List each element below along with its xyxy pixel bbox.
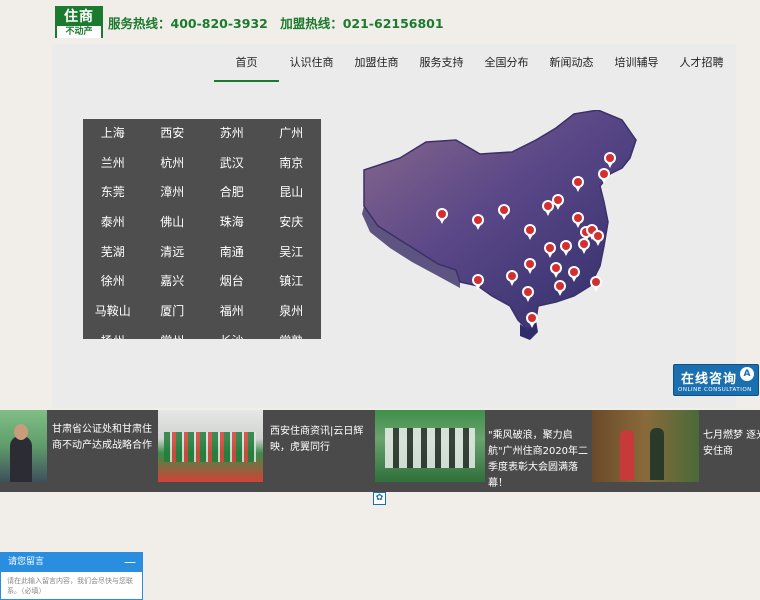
city-item[interactable]: 芜湖 xyxy=(83,238,143,268)
nav-news[interactable]: 新闻动态 xyxy=(539,44,604,82)
city-item[interactable]: 泉州 xyxy=(262,297,322,327)
message-header[interactable]: 请您留言 — xyxy=(1,553,142,572)
city-panel: 上海 西安 苏州 广州兰州 杭州 武汉 南京东莞 漳州 合肥 昆山泰州 佛山 珠海 安庆芜湖 清远 南通 吴江… xyxy=(83,119,321,339)
city-item[interactable]: 吴江 xyxy=(262,238,322,268)
city-item[interactable]: 兰州 xyxy=(83,149,143,179)
city-item[interactable]: 苏州 xyxy=(202,119,262,149)
news-title-3[interactable]: "乘风破浪，聚力启航"广州住商2020年二季度表彰大会圆满落幕！ xyxy=(488,428,592,492)
news-title-1[interactable]: 甘肃省公证处和甘肃住商不动产达成战略合作 xyxy=(52,422,152,454)
city-item[interactable]: 长沙 xyxy=(202,327,262,339)
city-item[interactable]: 南京 xyxy=(262,149,322,179)
city-item[interactable]: 清远 xyxy=(143,238,203,268)
city-grid: 上海 西安 苏州 广州兰州 杭州 武汉 南京东莞 漳州 合肥 昆山泰州 佛山 珠海 安庆芜湖 清远 南通 吴江… xyxy=(83,119,321,339)
city-item[interactable]: 上海 xyxy=(83,119,143,149)
china-map xyxy=(362,110,637,340)
nav-franchise[interactable]: 加盟住商 xyxy=(344,44,409,82)
china-map-shape xyxy=(363,110,637,332)
city-item[interactable]: 扬州 xyxy=(83,327,143,339)
nav-careers[interactable]: 人才招聘 xyxy=(669,44,734,82)
city-item[interactable]: 佛山 xyxy=(143,208,203,238)
city-item[interactable]: 徐州 xyxy=(83,267,143,297)
city-item[interactable]: 安庆 xyxy=(262,208,322,238)
city-item[interactable]: 福州 xyxy=(202,297,262,327)
paw-icon[interactable]: ✿ xyxy=(373,492,386,505)
city-item[interactable]: 厦门 xyxy=(143,297,203,327)
logo-top: 住商 xyxy=(64,9,94,25)
news-thumb-2[interactable] xyxy=(158,410,263,482)
consult-title: 在线咨询 xyxy=(681,372,738,387)
logo[interactable]: 住商 不动产 xyxy=(55,6,103,38)
city-item[interactable]: 漳州 xyxy=(143,178,203,208)
news-title-4[interactable]: 七月燃梦 逐光2020西安住商 xyxy=(703,428,760,460)
main-nav: 首页 认识住商 加盟住商 服务支持 全国分布 新闻动态 培训辅导 人才招聘 xyxy=(214,44,734,82)
message-input[interactable]: 请在此输入留言内容，我们会尽快与您联系。（必填） xyxy=(1,572,142,600)
city-item[interactable]: 镇江 xyxy=(262,267,322,297)
city-item[interactable]: 合肥 xyxy=(202,178,262,208)
city-item[interactable]: 嘉兴 xyxy=(143,267,203,297)
city-item[interactable]: 西安 xyxy=(143,119,203,149)
nav-home[interactable]: 首页 xyxy=(214,44,279,82)
city-item[interactable]: 马鞍山 xyxy=(83,297,143,327)
news-thumb-4[interactable] xyxy=(592,410,699,482)
nav-about[interactable]: 认识住商 xyxy=(279,44,344,82)
city-item[interactable]: 常熟 xyxy=(262,327,322,339)
nav-training[interactable]: 培训辅导 xyxy=(604,44,669,82)
news-strip: 甘肃省公证处和甘肃住商不动产达成战略合作 西安住商资讯|云日辉映，虎翼同行 "乘… xyxy=(0,410,760,492)
minimize-icon[interactable]: — xyxy=(124,553,136,572)
message-box: 请您留言 — 请在此输入留言内容，我们会尽快与您联系。（必填） xyxy=(0,552,143,600)
news-thumb-3[interactable] xyxy=(375,410,485,482)
city-item[interactable]: 杭州 xyxy=(143,149,203,179)
city-item[interactable]: 南通 xyxy=(202,238,262,268)
news-title-2[interactable]: 西安住商资讯|云日辉映，虎翼同行 xyxy=(270,424,370,456)
hotlines: 服务热线：400-820-3932 加盟热线：021-62156801 xyxy=(108,13,452,32)
service-hotline: 服务热线：400-820-3932 xyxy=(108,16,268,31)
news-thumb-1[interactable] xyxy=(0,410,47,482)
city-item[interactable]: 泰州 xyxy=(83,208,143,238)
city-item[interactable]: 烟台 xyxy=(202,267,262,297)
city-item[interactable]: 广州 xyxy=(262,119,322,149)
consult-subtitle: ONLINE CONSULTATION xyxy=(678,387,752,393)
city-item[interactable]: 珠海 xyxy=(202,208,262,238)
city-item[interactable]: 常州 xyxy=(143,327,203,339)
city-item[interactable]: 东莞 xyxy=(83,178,143,208)
logo-bottom: 不动产 xyxy=(57,26,101,38)
franchise-hotline: 加盟热线：021-62156801 xyxy=(280,16,444,31)
city-item[interactable]: 武汉 xyxy=(202,149,262,179)
online-consult-button[interactable]: 在线咨询 ONLINE CONSULTATION A xyxy=(673,364,759,396)
chat-icon: A xyxy=(740,367,754,381)
city-item[interactable]: 昆山 xyxy=(262,178,322,208)
nav-service[interactable]: 服务支持 xyxy=(409,44,474,82)
map-pin-icon[interactable] xyxy=(590,276,602,292)
nav-distribution[interactable]: 全国分布 xyxy=(474,44,539,82)
message-title: 请您留言 xyxy=(8,557,45,567)
